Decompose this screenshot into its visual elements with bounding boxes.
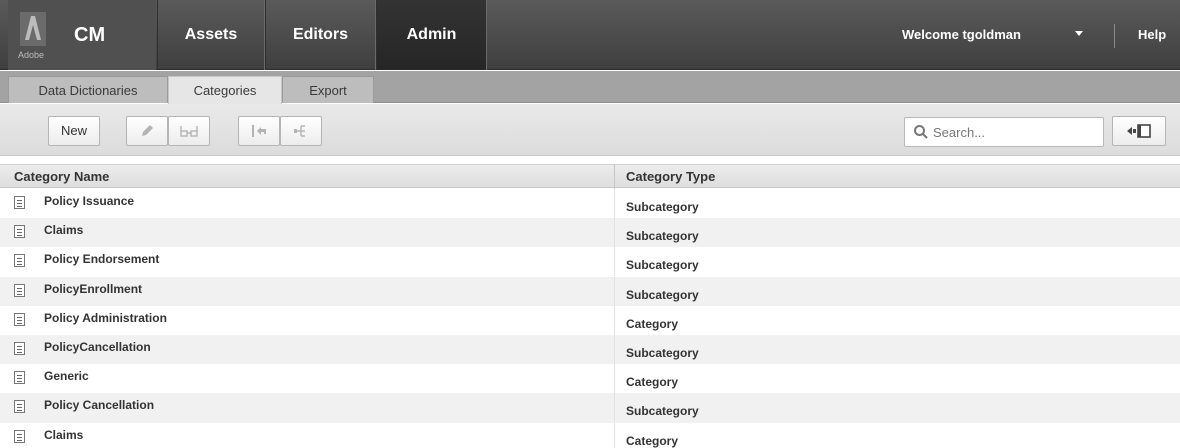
welcome-user-menu[interactable]: Welcome tgoldman [902,0,1021,70]
edit-button[interactable] [126,116,168,146]
search-icon [914,125,928,139]
tab-categories[interactable]: Categories [168,76,282,104]
document-icon [14,283,25,297]
column-divider [614,422,615,448]
document-icon [14,371,25,385]
category-name-cell: Policy Issuance [44,194,135,208]
column-divider [614,247,615,277]
glasses-icon [180,126,198,137]
preview-button[interactable] [168,116,210,146]
column-header-category-type[interactable]: Category Type [626,165,715,189]
nav-tab-editors[interactable]: Editors [265,0,376,70]
table-header: Category Name Category Type [0,164,1180,189]
document-icon [14,429,25,443]
column-divider [614,276,615,306]
nav-tab-admin[interactable]: Admin [376,0,487,70]
search-box[interactable] [904,117,1104,147]
panel-toggle-icon [1127,124,1151,138]
revert-icon [252,125,266,137]
table-row[interactable]: Generic Category [0,364,1180,394]
table-row[interactable]: PolicyCancellation Subcategory [0,334,1180,365]
document-icon [14,196,25,209]
app-name: CM [74,24,106,46]
column-divider [614,189,615,218]
category-name-cell: Generic [44,369,89,384]
chevron-down-icon[interactable] [1075,31,1083,36]
category-type-cell: Category [626,433,679,448]
top-navigation-bar: Adobe CM Assets Editors Admin Welcome tg… [0,0,1180,70]
search-input[interactable] [933,121,1099,143]
column-divider [614,165,615,189]
table-row[interactable]: PolicyEnrollment Subcategory [0,276,1180,306]
document-icon [14,254,25,268]
table-row[interactable]: Policy Cancellation Subcategory [0,393,1180,423]
column-divider [614,218,615,248]
category-name-cell: PolicyEnrollment [44,281,143,296]
column-divider [614,364,615,394]
hierarchy-button[interactable] [280,116,322,146]
tab-data-dictionaries[interactable]: Data Dictionaries [8,76,168,103]
toolbar: New [0,104,1180,156]
category-table-body: Policy Issuance Subcategory Claims Subca… [0,189,1180,448]
nav-tab-assets[interactable]: Assets [157,0,265,70]
column-divider [614,305,615,335]
category-name-cell: Policy Administration [44,310,167,325]
document-icon [14,341,25,355]
table-row[interactable]: Policy Administration Category [0,305,1180,335]
adobe-logo-icon [20,12,46,46]
table-row[interactable]: Claims Subcategory [0,218,1180,248]
table-row[interactable]: Claims Category [0,422,1180,448]
category-name-cell: Policy Endorsement [44,252,160,267]
category-name-cell: Policy Cancellation [44,398,155,413]
column-divider [614,334,615,364]
new-button[interactable]: New [48,116,100,146]
category-name-cell: Claims [44,223,84,238]
document-icon [14,225,25,239]
help-link[interactable]: Help [1138,0,1166,70]
category-name-cell: Claims [44,427,84,442]
table-row[interactable]: Policy Endorsement Subcategory [0,247,1180,277]
category-name-cell: PolicyCancellation [44,339,151,354]
admin-subtab-bar: Data Dictionaries Categories Export [0,71,1180,104]
hierarchy-icon [294,125,305,137]
document-icon [14,312,25,326]
revert-button[interactable] [238,116,280,146]
document-icon [14,400,25,414]
table-row[interactable]: Policy Issuance Subcategory [0,189,1180,219]
app-logo[interactable]: Adobe CM [8,0,156,70]
column-divider [614,393,615,423]
logo-wordmark: Adobe [18,50,45,60]
top-divider [1114,24,1115,48]
panel-toggle-button[interactable] [1112,116,1166,146]
pencil-icon [142,125,153,136]
tab-export[interactable]: Export [282,76,374,103]
column-header-category-name[interactable]: Category Name [14,165,109,189]
